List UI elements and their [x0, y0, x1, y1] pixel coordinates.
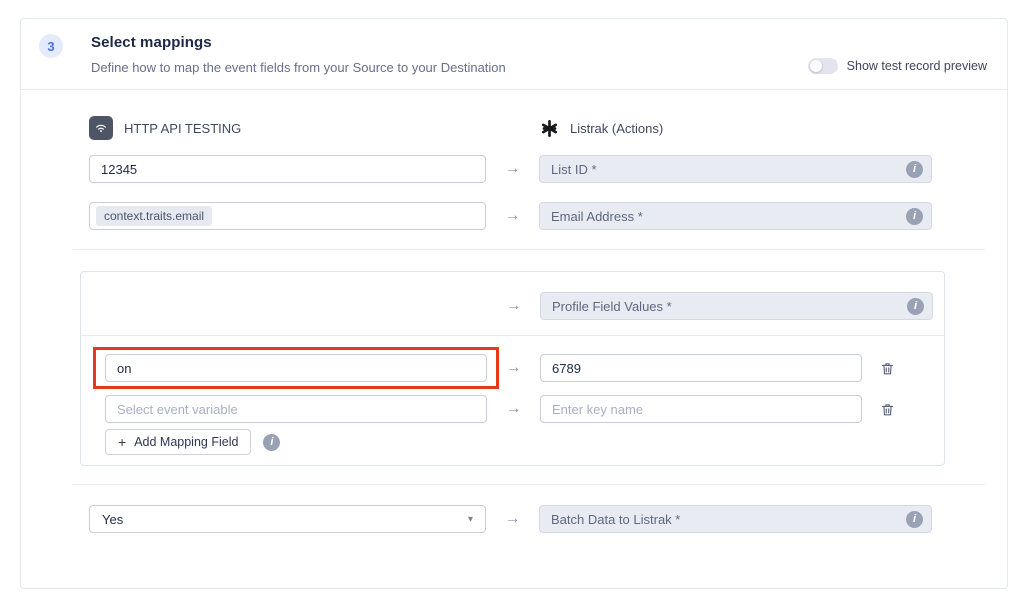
value-input-1[interactable] — [540, 354, 862, 382]
arrow-icon: → — [487, 359, 540, 377]
mapping-row-list-id: → List ID * i — [89, 155, 932, 183]
event-variable-chip[interactable]: context.traits.email — [96, 206, 212, 226]
arrow-icon: → — [486, 510, 539, 528]
profile-destination-field: Profile Field Values * i — [540, 292, 933, 320]
trash-icon — [880, 361, 895, 376]
mapping-row-key-value-2: → — [81, 395, 944, 423]
listrak-logo-icon — [539, 118, 559, 138]
info-icon[interactable]: i — [906, 208, 923, 225]
destination-name: Listrak (Actions) — [570, 121, 663, 136]
email-destination-field: Email Address * i — [539, 202, 932, 230]
info-icon[interactable]: i — [906, 511, 923, 528]
list-id-destination-field: List ID * i — [539, 155, 932, 183]
source-header: HTTP API TESTING — [89, 116, 486, 140]
trash-icon — [880, 402, 895, 417]
page-title: Select mappings — [91, 34, 987, 51]
delete-row-button[interactable] — [880, 359, 895, 377]
arrow-icon: → — [487, 400, 540, 418]
list-id-source-input[interactable] — [89, 155, 486, 183]
email-source-input[interactable]: context.traits.email — [89, 202, 486, 230]
arrow-icon: → — [487, 297, 540, 315]
key-input-1[interactable] — [105, 354, 487, 382]
info-icon[interactable]: i — [906, 161, 923, 178]
toggle-knob-icon — [810, 60, 822, 72]
destination-field-label: Batch Data to Listrak * — [551, 512, 680, 527]
mapping-row-batch: Yes ▾ → Batch Data to Listrak * i — [89, 505, 932, 533]
info-icon[interactable]: i — [907, 298, 924, 315]
http-api-source-icon — [89, 116, 113, 140]
caret-down-icon: ▾ — [468, 514, 473, 525]
key-input-2[interactable] — [105, 395, 487, 423]
arrow-icon: → — [486, 160, 539, 178]
value-input-2[interactable] — [540, 395, 862, 423]
profile-field-values-group: → Profile Field Values * i → — [80, 271, 945, 466]
arrow-icon: → — [486, 207, 539, 225]
mapping-row-email: context.traits.email → Email Address * i — [89, 202, 932, 230]
batch-source-select[interactable]: Yes ▾ — [89, 505, 486, 533]
source-name: HTTP API TESTING — [124, 121, 241, 136]
toggle-label: Show test record preview — [847, 59, 987, 73]
card-header: 3 Select mappings Define how to map the … — [21, 19, 1007, 90]
destination-field-label: Profile Field Values * — [552, 299, 672, 314]
section-divider — [73, 484, 985, 485]
show-test-record-toggle[interactable] — [808, 58, 838, 74]
mapping-row-profile-field-values: → Profile Field Values * i — [81, 292, 944, 320]
mapping-row-key-value-1: → — [81, 347, 944, 389]
destination-header: Listrak (Actions) — [539, 118, 932, 138]
step-number-badge: 3 — [39, 34, 63, 58]
destination-field-label: Email Address * — [551, 209, 643, 224]
delete-row-button[interactable] — [880, 400, 895, 418]
add-mapping-field-label: Add Mapping Field — [134, 435, 238, 449]
selected-option: Yes — [102, 512, 123, 527]
group-divider — [81, 335, 944, 336]
info-icon[interactable]: i — [263, 434, 280, 451]
section-divider — [73, 249, 985, 250]
destination-field-label: List ID * — [551, 162, 597, 177]
select-mappings-card: 3 Select mappings Define how to map the … — [20, 18, 1008, 589]
batch-destination-field: Batch Data to Listrak * i — [539, 505, 932, 533]
highlight-box — [93, 347, 499, 389]
column-headers: HTTP API TESTING Listrak (Actions) — [89, 116, 932, 140]
add-mapping-field-button[interactable]: + Add Mapping Field — [105, 429, 251, 455]
plus-icon: + — [118, 434, 126, 450]
